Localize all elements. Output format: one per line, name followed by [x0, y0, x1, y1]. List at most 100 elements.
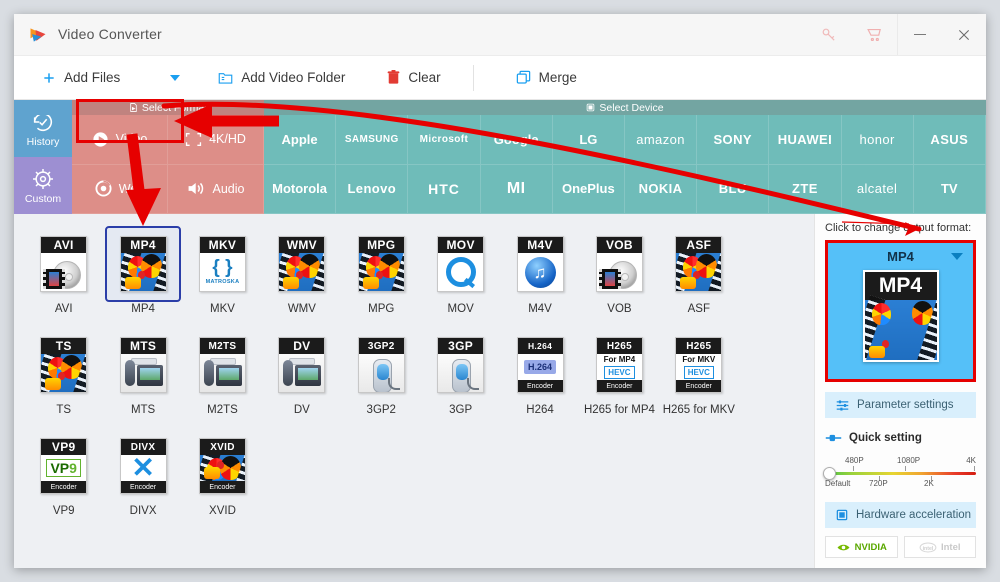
format-thumbnail-caption: TS — [41, 338, 87, 354]
format-tile-wmv[interactable]: WMV WMV — [262, 222, 341, 323]
parameter-settings-label: Parameter settings — [857, 399, 954, 411]
format-encoder-badge: Encoder — [120, 481, 166, 493]
format-thumbnail: H.264 H.264 Encoder — [504, 329, 576, 401]
format-thumbnail-caption: MOV — [438, 237, 484, 253]
format-tile-label: H265 for MP4 — [583, 404, 655, 416]
format-tile-label: TS — [56, 404, 72, 416]
key-icon[interactable] — [805, 14, 851, 55]
format-tile-vob[interactable]: VOB VOB — [580, 222, 659, 323]
device-brand-lg[interactable]: LG — [552, 115, 625, 165]
device-brand-google[interactable]: Google — [480, 115, 553, 165]
accelerator-row: NVIDIA intel Intel — [825, 536, 976, 558]
device-brand-oneplus[interactable]: OnePlus — [552, 164, 625, 214]
sidebar-item-custom[interactable]: Custom — [14, 157, 72, 214]
format-tile-asf[interactable]: ASF ASF — [659, 222, 738, 323]
device-brand-asus[interactable]: ASUS — [913, 115, 986, 165]
parameter-settings-button[interactable]: Parameter settings — [825, 392, 976, 418]
format-tile-mov[interactable]: MOV MOV — [421, 222, 500, 323]
add-files-button[interactable]: Add Files — [30, 56, 132, 100]
format-thumbnail-caption: 3GP2 — [358, 338, 404, 354]
format-tile-avi[interactable]: AVI AVI — [24, 222, 103, 323]
format-thumbnail-caption: XVID — [199, 439, 245, 455]
format-tile-m2ts[interactable]: M2TS M2TS — [183, 323, 262, 424]
format-thumbnail-caption: DV — [279, 338, 325, 354]
device-brand-htc[interactable]: HTC — [408, 164, 481, 214]
quality-slider-track[interactable] — [825, 466, 976, 481]
slider-handle-icon — [825, 434, 842, 442]
output-format-hint: Click to change output format: — [825, 222, 972, 234]
merge-button[interactable]: Merge — [504, 56, 589, 100]
device-brand-honor[interactable]: honor — [841, 115, 914, 165]
device-brand-huawei[interactable]: HUAWEI — [769, 115, 842, 165]
cpu-icon — [836, 509, 848, 521]
accelerator-nvidia[interactable]: NVIDIA — [825, 536, 898, 558]
format-tile-mts[interactable]: MTS MTS — [103, 323, 182, 424]
hardware-acceleration-label: Hardware acceleration — [856, 509, 972, 521]
format-tile-label: DIVX — [129, 505, 157, 517]
device-brand-apple[interactable]: Apple — [264, 115, 337, 165]
minimize-button[interactable] — [898, 14, 942, 55]
select-device-header: Select Device — [264, 100, 986, 115]
device-brand-blu[interactable]: BLU — [697, 164, 770, 214]
format-thumbnail: VOB — [583, 228, 655, 300]
device-brand-lenovo[interactable]: Lenovo — [336, 164, 409, 214]
format-tile-label: MP4 — [131, 303, 155, 315]
format-tile-3gp[interactable]: 3GP 3GP — [421, 323, 500, 424]
format-tile-h264[interactable]: H.264 H.264 Encoder H264 — [500, 323, 579, 424]
format-tile-ts[interactable]: TS TS — [24, 323, 103, 424]
format-tile-mp4[interactable]: MP4 MP4 — [103, 222, 182, 323]
device-brand-samsung[interactable]: SAMSUNG — [336, 115, 409, 165]
close-button[interactable] — [942, 14, 986, 55]
format-tile-label: DV — [293, 404, 310, 416]
format-tile-label: AVI — [54, 303, 73, 315]
main-toolbar: Add Files Add Video Folder Clear Merge — [14, 56, 986, 100]
device-brand-zte[interactable]: ZTE — [769, 164, 842, 214]
clear-button[interactable]: Clear — [375, 56, 452, 100]
format-category-video[interactable]: Video — [72, 115, 168, 165]
device-brand-sony[interactable]: SONY — [697, 115, 770, 165]
format-category-web[interactable]: Web — [72, 164, 168, 214]
device-brand-motorola[interactable]: Motorola — [264, 164, 337, 214]
format-thumbnail-caption: WMV — [279, 237, 325, 253]
quality-slider[interactable]: 480P 1080P 4K Default 720P 2K — [823, 456, 976, 490]
band-headers: Select Format Select Device — [14, 100, 986, 115]
device-brand-amazon[interactable]: amazon — [624, 115, 698, 165]
format-thumbnail-caption: H265 — [676, 338, 722, 354]
format-category-4k-hd[interactable]: 4K/HD — [168, 115, 264, 165]
format-tile-dv[interactable]: DV DV — [262, 323, 341, 424]
add-video-folder-button[interactable]: Add Video Folder — [206, 56, 357, 100]
device-brand-alcatel[interactable]: alcatel — [841, 164, 914, 214]
device-brand-nokia[interactable]: NOKIA — [624, 164, 698, 214]
format-tile-label: MOV — [447, 303, 474, 315]
slider-tick-4k — [974, 466, 975, 471]
device-brand-label: Motorola — [272, 181, 328, 197]
accelerator-intel[interactable]: intel Intel — [903, 536, 976, 558]
cart-icon[interactable] — [851, 14, 897, 55]
device-brand-mi[interactable]: MI — [480, 164, 553, 214]
chevron-down-icon[interactable] — [951, 253, 963, 260]
format-tile-label: MPG — [368, 303, 395, 315]
format-tile-h265-for-mkv[interactable]: H265 For MKV HEVC Encoder H265 for MKV — [659, 323, 738, 424]
device-brand-label: LG — [579, 131, 598, 147]
format-tile-h265-for-mp4[interactable]: H265 For MP4 HEVC Encoder H265 for MP4 — [580, 323, 659, 424]
device-brand-microsoft[interactable]: Microsoft — [408, 115, 481, 165]
slider-tick-1080p — [905, 466, 906, 471]
device-brand-label: BLU — [718, 181, 747, 197]
format-tile-divx[interactable]: DIVX ✕ Encoder DIVX — [103, 424, 182, 525]
device-brand-label: honor — [859, 131, 895, 147]
add-files-dropdown-button[interactable] — [158, 56, 192, 100]
format-tile-xvid[interactable]: XVID Encoder XVID — [183, 424, 262, 525]
format-tile-mkv[interactable]: MKV{ } MATROSKA MKV — [183, 222, 262, 323]
device-brand-tv[interactable]: TV — [913, 164, 986, 214]
title-bar-controls — [805, 14, 986, 55]
format-tile-m4v[interactable]: M4V ♫ M4V — [500, 222, 579, 323]
format-tile-mpg[interactable]: MPG MPG — [342, 222, 421, 323]
output-format-preview[interactable]: MP4 MP4 — [825, 240, 976, 382]
side-tab-column: History Custom — [14, 100, 72, 214]
format-tile-vp9[interactable]: VP9 VP9 Encoder VP9 — [24, 424, 103, 525]
format-category-audio[interactable]: Audio — [168, 164, 264, 214]
accelerator-intel-label: Intel — [940, 541, 961, 553]
format-thumbnail-caption: VOB — [596, 237, 642, 253]
format-tile-3gp2[interactable]: 3GP2 3GP2 — [342, 323, 421, 424]
hardware-acceleration-button[interactable]: Hardware acceleration — [825, 502, 976, 528]
